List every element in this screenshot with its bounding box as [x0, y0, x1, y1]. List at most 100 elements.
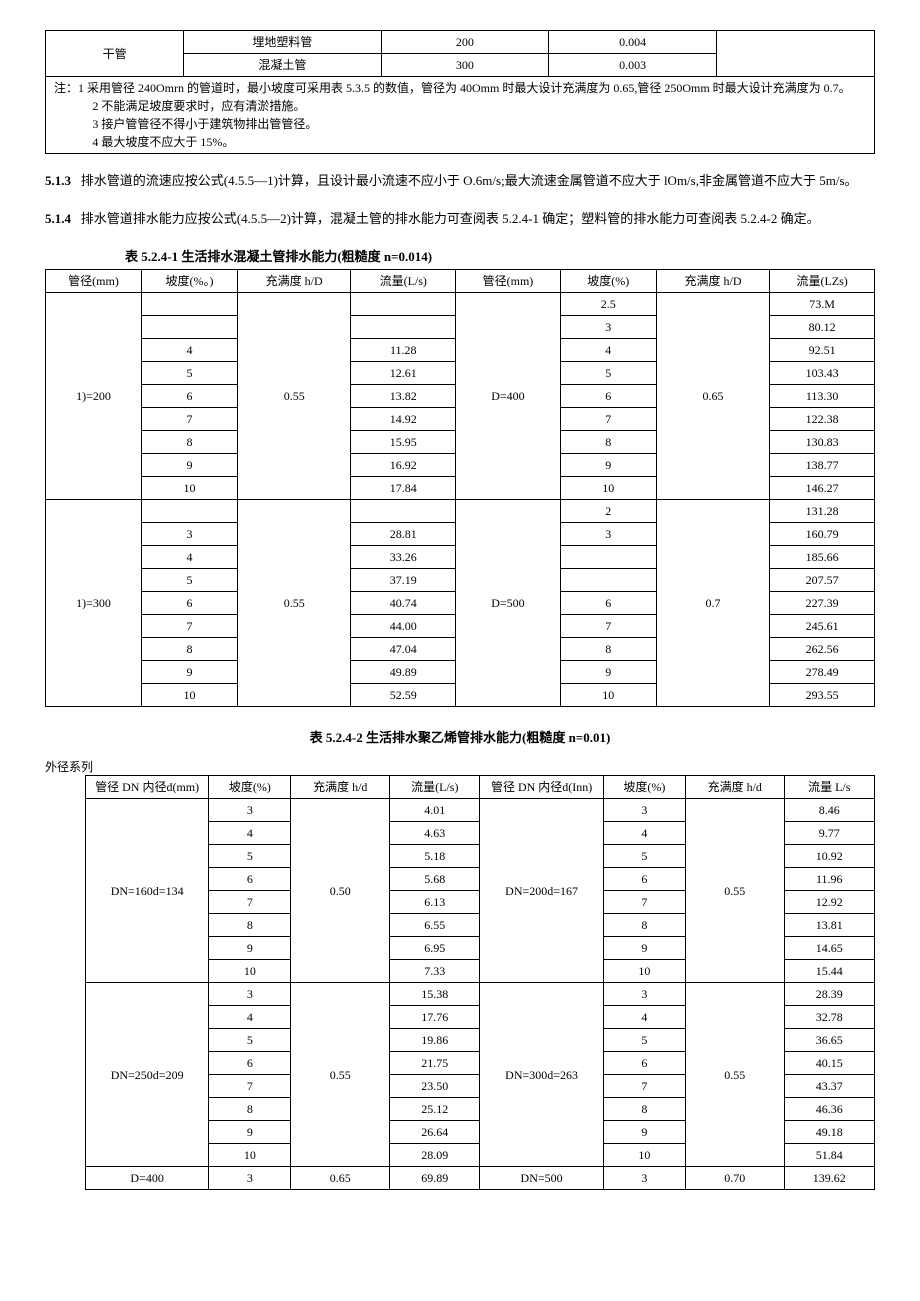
cell: 10 — [603, 960, 685, 983]
cell: 139.62 — [784, 1167, 874, 1190]
note-line: 3 接户管管径不得小于建筑物排出管管径。 — [54, 115, 866, 133]
col-header: 流量(L/s) — [351, 270, 456, 293]
cell — [351, 293, 456, 316]
cell: 51.84 — [784, 1144, 874, 1167]
cell: 0.55 — [685, 983, 784, 1167]
cell — [141, 293, 237, 316]
cell: 10 — [141, 684, 237, 707]
cell: 5.68 — [390, 868, 480, 891]
cell: 11.96 — [784, 868, 874, 891]
para-text: 排水管道的流速应按公式(4.5.5—1)计算，且设计最小流速不应小于 O.6m/… — [81, 173, 858, 188]
top-table: 干管 埋地塑料管 200 0.004 混凝土管 300 0.003 注：1 采用… — [45, 30, 875, 154]
cell — [141, 316, 237, 339]
cell: 0.65 — [291, 1167, 390, 1190]
note-line: 2 不能满足坡度要求时，应有清淤措施。 — [54, 97, 866, 115]
note-line: 4 最大坡度不应大于 15%。 — [54, 133, 866, 151]
cell: 8 — [603, 914, 685, 937]
cell: 3 — [209, 1167, 291, 1190]
cell: 5 — [209, 845, 291, 868]
cell: 4 — [603, 1006, 685, 1029]
cell: DN=500 — [480, 1167, 603, 1190]
cell: 8 — [141, 431, 237, 454]
cell: 7.33 — [390, 960, 480, 983]
paragraph-513: 5.1.3 排水管道的流速应按公式(4.5.5—1)计算，且设计最小流速不应小于… — [45, 170, 875, 192]
cell: 19.86 — [390, 1029, 480, 1052]
cell: 3 — [560, 316, 656, 339]
cell: 21.75 — [390, 1052, 480, 1075]
cell: DN=160d=134 — [86, 799, 209, 983]
cell: 0.55 — [291, 983, 390, 1167]
cell: 8 — [209, 1098, 291, 1121]
cell: 13.81 — [784, 914, 874, 937]
cell: 0.004 — [549, 31, 717, 54]
cell: 122.38 — [770, 408, 875, 431]
header-row: 管径(mm)坡度(%。)充满度 h/D流量(L/s)管径(mm)坡度(%)充满度… — [46, 270, 875, 293]
cell: 6 — [560, 385, 656, 408]
cell: DN=300d=263 — [480, 983, 603, 1167]
data-table-5241: 管径(mm)坡度(%。)充满度 h/D流量(L/s)管径(mm)坡度(%)充满度… — [45, 269, 875, 707]
cell: 44.00 — [351, 615, 456, 638]
cell: 6.95 — [390, 937, 480, 960]
header-row: 管径 DN 内径d(mm)坡度(%)充满度 h/d流量(L/s)管径 DN 内径… — [86, 776, 875, 799]
cell: 28.39 — [784, 983, 874, 1006]
side-label: 外径系列 — [45, 758, 875, 775]
cell: 16.92 — [351, 454, 456, 477]
cell: 8 — [209, 914, 291, 937]
cell: 0.70 — [685, 1167, 784, 1190]
cell: 17.76 — [390, 1006, 480, 1029]
cell: 245.61 — [770, 615, 875, 638]
cell: 10 — [209, 1144, 291, 1167]
cell: 92.51 — [770, 339, 875, 362]
cell: 11.28 — [351, 339, 456, 362]
cell: 7 — [603, 891, 685, 914]
cell: 4.63 — [390, 822, 480, 845]
cell: 10 — [603, 1144, 685, 1167]
cell — [560, 569, 656, 592]
cell: 6 — [603, 868, 685, 891]
cell: DN=200d=167 — [480, 799, 603, 983]
cell: 8 — [141, 638, 237, 661]
cell: 26.64 — [390, 1121, 480, 1144]
cell: 3 — [560, 523, 656, 546]
cell: 0.55 — [237, 500, 350, 707]
cell — [717, 31, 875, 77]
cell: 46.36 — [784, 1098, 874, 1121]
cell: 10 — [209, 960, 291, 983]
cell: 9 — [560, 661, 656, 684]
cell: 8 — [560, 638, 656, 661]
para-text: 排水管道排水能力应按公式(4.5.5—2)计算，混凝土管的排水能力可查阅表 5.… — [81, 211, 820, 226]
cell: 15.38 — [390, 983, 480, 1006]
col-header: 充满度 h/d — [291, 776, 390, 799]
cell: 25.12 — [390, 1098, 480, 1121]
cell: 5.18 — [390, 845, 480, 868]
cell: 227.39 — [770, 592, 875, 615]
cell: 9 — [209, 937, 291, 960]
cell — [351, 316, 456, 339]
col-header: 坡度(%) — [209, 776, 291, 799]
cell: 9 — [603, 1121, 685, 1144]
cell: 28.81 — [351, 523, 456, 546]
cell: 6 — [141, 385, 237, 408]
table-row: D=40030.6569.89DN=50030.70139.62 — [86, 1167, 875, 1190]
cell: 49.18 — [784, 1121, 874, 1144]
cell: 160.79 — [770, 523, 875, 546]
col-header: 管径 DN 内径d(Inn) — [480, 776, 603, 799]
cell: 6 — [209, 1052, 291, 1075]
cell: 9.77 — [784, 822, 874, 845]
cell: 146.27 — [770, 477, 875, 500]
cell: 3 — [141, 523, 237, 546]
cell: 33.26 — [351, 546, 456, 569]
cell: DN=250d=209 — [86, 983, 209, 1167]
cell: 185.66 — [770, 546, 875, 569]
col-header: 充满度 h/D — [656, 270, 769, 293]
cell: 8 — [560, 431, 656, 454]
cell: 15.44 — [784, 960, 874, 983]
cell: 5 — [141, 569, 237, 592]
cell: 9 — [603, 937, 685, 960]
cell: 混凝土管 — [184, 54, 381, 77]
cell: 0.7 — [656, 500, 769, 707]
notes-cell: 注：1 采用管径 240Omrn 的管道时，最小坡度可采用表 5.3.5 的数值… — [46, 77, 875, 154]
cell: 80.12 — [770, 316, 875, 339]
cell: 3 — [603, 983, 685, 1006]
cell: 6.13 — [390, 891, 480, 914]
